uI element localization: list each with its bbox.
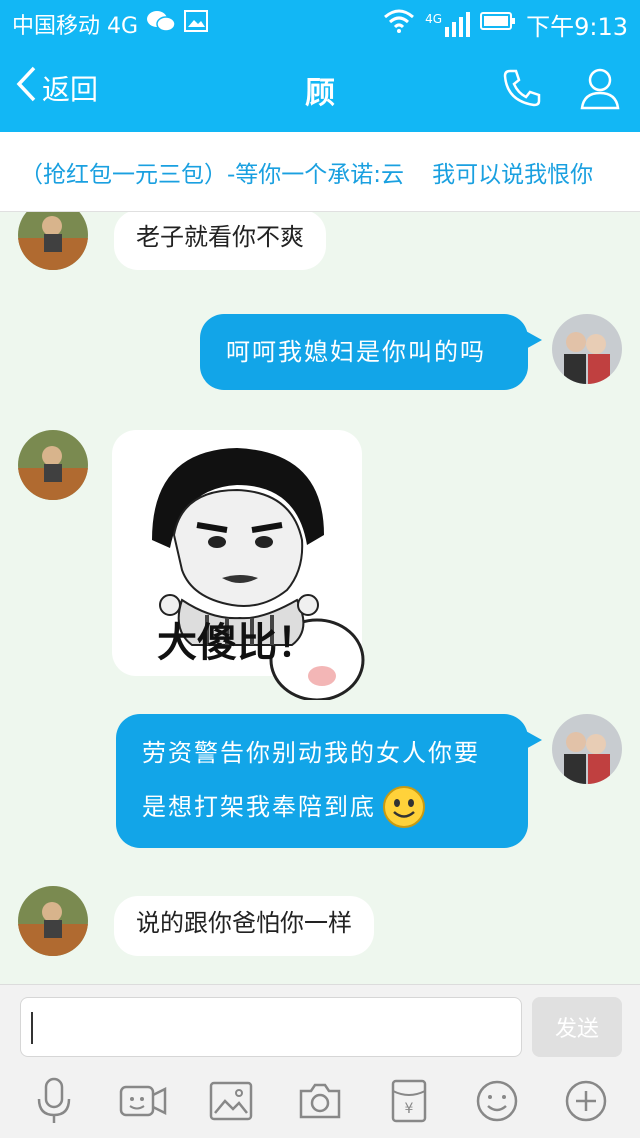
sticker-message[interactable]: 大傻比！ [112,430,365,700]
contact-avatar[interactable] [18,430,88,500]
network-type: 4G [425,11,443,26]
chevron-left-icon [16,66,36,109]
gallery-button[interactable] [205,1077,257,1129]
person-icon [579,66,621,114]
image-notification-icon [184,10,209,38]
chat-header: 返回 顾 [0,48,640,132]
clock: 下午9:13 [526,12,628,41]
contact-avatar[interactable] [18,886,88,956]
more-button[interactable] [560,1077,612,1129]
emoji-button[interactable] [471,1077,523,1129]
microphone-icon [34,1077,74,1129]
profile-button[interactable] [578,68,622,112]
video-camera-icon [119,1081,167,1125]
message-bubble-out[interactable]: 呵呵我媳妇是你叫的吗 [200,314,542,390]
back-label: 返回 [42,72,99,106]
contact-avatar[interactable] [18,212,88,270]
wifi-icon [383,9,415,39]
wechat-icon [146,9,176,39]
battery-icon [480,11,516,37]
send-button[interactable]: 发送 [532,997,622,1057]
text-caret [31,1012,33,1044]
smile-emoji-icon [382,785,426,829]
banner-text-right: 我可以说我恨你 [432,161,594,188]
call-button[interactable] [500,68,544,112]
red-packet-button[interactable]: ¥ [383,1077,435,1129]
message-text: 说的跟你爸怕你一样 [136,909,352,937]
camera-icon [297,1081,343,1125]
phone-icon [501,67,543,113]
voice-button[interactable] [28,1077,80,1129]
smiley-icon [475,1079,519,1127]
message-list[interactable]: 老子就看你不爽 呵呵我媳妇是你叫的吗 大傻比！ 劳资警告你别动我的女人你要 是想… [0,212,640,984]
image-icon [209,1081,253,1125]
carrier-label: 中国移动 4G [12,14,139,39]
message-text: 呵呵我媳妇是你叫的吗 [226,338,486,366]
banner-text-left: （抢红包一元三包）-等你一个承诺:云 [20,161,405,188]
message-bubble-out[interactable]: 劳资警告你别动我的女人你要 是想打架我奉陪到底 [116,714,542,848]
back-button[interactable]: 返回 [16,66,98,109]
red-envelope-icon: ¥ [391,1079,427,1127]
camera-button[interactable] [294,1077,346,1129]
message-text-line: 是想打架我奉陪到底 [142,793,376,821]
signal-icon: 4G [425,11,471,37]
my-avatar[interactable] [552,714,622,784]
message-bubble-in[interactable]: 老子就看你不爽 [114,212,326,270]
message-text-line: 劳资警告你别动我的女人你要 [142,739,480,767]
message-bubble-in[interactable]: 说的跟你爸怕你一样 [114,896,374,956]
svg-text:¥: ¥ [404,1101,413,1117]
composer-toolbar: ¥ [0,1073,640,1133]
group-banner[interactable]: （抢红包一元三包）-等你一个承诺:云 我可以说我恨你 [0,132,640,212]
video-button[interactable] [117,1077,169,1129]
composer: 发送 ¥ [0,984,640,1138]
status-bar: 中国移动 4G 4G 下午9:13 [0,0,640,48]
message-text: 老子就看你不爽 [136,223,304,251]
sticker-caption: 大傻比！ [157,620,317,666]
message-input[interactable] [20,997,522,1057]
my-avatar[interactable] [552,314,622,384]
plus-circle-icon [564,1079,608,1127]
